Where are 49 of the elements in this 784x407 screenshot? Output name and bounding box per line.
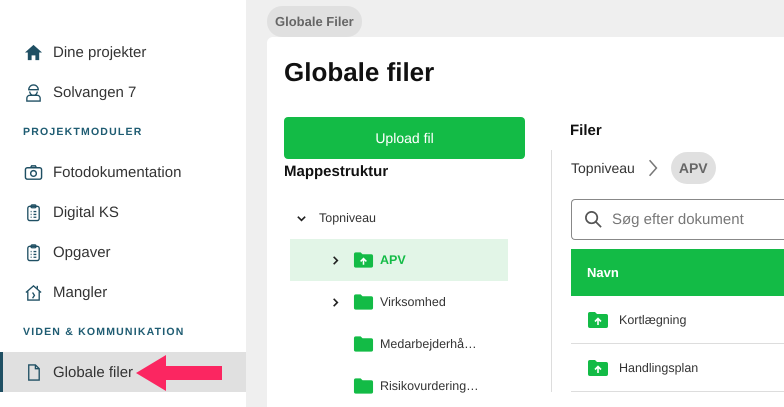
folder-icon [353, 293, 374, 311]
upload-folder-icon [353, 251, 374, 269]
sidebar-label: Mangler [53, 284, 108, 300]
tree-item[interactable]: Risikovurdering… [290, 365, 508, 407]
files-heading: Filer [569, 122, 603, 141]
search-field[interactable]: Søg efter dokument [571, 199, 784, 240]
section-heading: VIDEN & KOMMUNIKATION [22, 325, 186, 340]
tree-item[interactable]: Virksomhed [290, 281, 508, 323]
file-name[interactable]: Kortlægning [619, 312, 686, 326]
chevron-right-icon [646, 157, 659, 179]
folder-heading: Mappestruktur [284, 163, 390, 182]
upload-folder-icon [587, 310, 609, 328]
chevron-right-icon[interactable] [330, 254, 341, 266]
worker-icon [24, 82, 43, 102]
sidebar-item[interactable]: Solvangen 7 [0, 72, 246, 112]
page-title: Globale filer [284, 56, 436, 89]
folder-icon [353, 335, 374, 353]
upload-folder-icon [587, 358, 609, 376]
sidebar-item[interactable]: Mangler [0, 272, 246, 312]
file-name[interactable]: Handlingsplan [619, 360, 698, 374]
sidebar-label: Solvangen 7 [53, 84, 136, 100]
folder-name: Medarbejderhå… [380, 337, 477, 351]
folder-name: Risikovurdering… [380, 379, 479, 393]
sidebar-label: Globale filer [53, 364, 134, 380]
folder-icon [353, 377, 374, 395]
chevron-right-icon[interactable] [330, 296, 341, 308]
search-icon [584, 210, 603, 229]
sidebar-item[interactable]: Digital KS [0, 192, 246, 232]
home-icon [24, 42, 43, 62]
sidebar-item[interactable]: Opgaver [0, 232, 246, 272]
tree-item[interactable]: Medarbejderhå… [290, 323, 508, 365]
sidebar-label: Dine projekter [53, 44, 146, 60]
sidebar-label: Digital KS [53, 204, 119, 220]
house-icon [24, 282, 43, 302]
path-crumb[interactable]: Topniveau [571, 160, 635, 176]
sidebar-item[interactable]: Dine projekter [0, 32, 246, 72]
clipboard-icon [24, 242, 43, 262]
tree-item[interactable]: Topniveau [284, 197, 502, 239]
folder-name: Virksomhed [380, 295, 446, 309]
breadcrumb-chip[interactable]: Globale Filer [267, 6, 362, 37]
sidebar-label: Opgaver [53, 244, 111, 260]
path-crumb[interactable]: APV [670, 152, 716, 184]
section-heading: PROJEKTMODULER [22, 125, 144, 140]
folder-name: Topniveau [319, 211, 376, 225]
camera-icon [24, 162, 43, 182]
clipboard-icon [24, 202, 43, 222]
folder-name: APV [380, 253, 406, 267]
sidebar-label: Fotodokumentation [53, 164, 182, 180]
sidebar-item[interactable]: Fotodokumentation [0, 152, 246, 192]
